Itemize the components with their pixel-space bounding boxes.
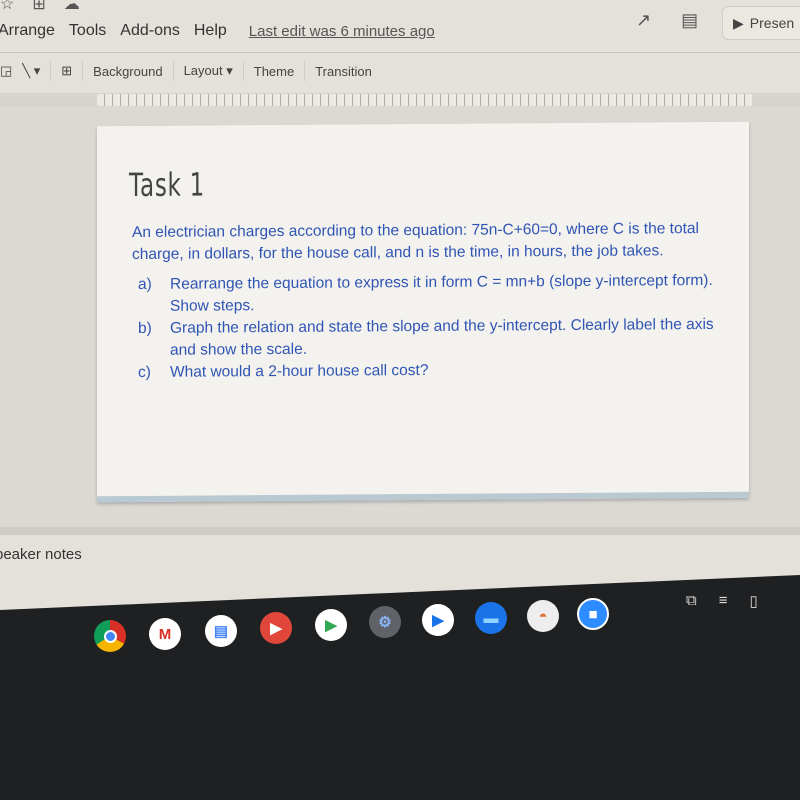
activity-dashboard-icon[interactable]: ↗: [636, 10, 651, 31]
play-store-icon[interactable]: ▶: [315, 609, 347, 641]
layout-label: Layout: [183, 63, 223, 78]
menu-help[interactable]: Help: [194, 22, 227, 40]
play-movies-icon[interactable]: ▶: [422, 604, 454, 636]
docs-icon[interactable]: ▤: [205, 615, 237, 647]
toolbar: ◲ ╲ ▾ ⊞ Background Layout ▾ Theme Transi…: [0, 60, 372, 82]
ruler[interactable]: [0, 93, 800, 107]
list-marker: a): [138, 275, 152, 293]
theme-button[interactable]: Theme: [254, 64, 294, 79]
divider: [0, 52, 800, 53]
task-list: a) Rearrange the equation to express it i…: [132, 270, 732, 384]
list-marker: c): [138, 363, 151, 381]
intro-text: An electrician charges according to the …: [132, 220, 699, 264]
youtube-icon[interactable]: ▶: [260, 612, 292, 644]
slide-body[interactable]: An electrician charges according to the …: [132, 218, 732, 384]
divider: [82, 61, 84, 81]
cloud-status-icon[interactable]: ☁: [64, 0, 80, 14]
ruler-scale: [97, 94, 752, 106]
comments-icon[interactable]: ▤: [681, 10, 698, 31]
list-item: c) What would a 2-hour house call cost?: [138, 358, 732, 384]
slide[interactable]: Task 1 An electrician charges according …: [97, 121, 749, 503]
app-launcher-shelf: M ▤ ▶ ▶ ⚙ ▶ ▬ ◓ ■: [92, 598, 612, 660]
phone-hub-icon[interactable]: ▯: [749, 592, 757, 610]
notes-resize-handle[interactable]: [0, 527, 800, 535]
present-label: Presen: [749, 15, 795, 31]
present-icon: ▶: [733, 14, 744, 31]
menu-tools[interactable]: Tools: [69, 22, 106, 40]
holding-space-icon[interactable]: ⧉: [686, 592, 697, 610]
drawing-icon[interactable]: ◓: [527, 600, 559, 632]
list-item: a) Rearrange the equation to express it i…: [138, 270, 732, 318]
present-button[interactable]: ▶ Presen: [722, 6, 800, 40]
zoom-icon[interactable]: ■: [577, 598, 609, 630]
move-to-folder-icon[interactable]: ⊞: [32, 0, 45, 14]
background-button[interactable]: Background: [93, 64, 162, 79]
files-icon[interactable]: ▬: [475, 602, 507, 634]
last-edit-link[interactable]: Last edit was 6 minutes ago: [249, 23, 435, 40]
menu-addons[interactable]: Add-ons: [120, 22, 180, 40]
top-icons: ☆ ⊞ ☁: [0, 0, 80, 14]
divider: [50, 61, 52, 81]
system-tray: ⧉ ≡ ▯: [686, 592, 758, 610]
list-text: What would a 2-hour house call cost?: [170, 361, 429, 381]
gmail-icon[interactable]: M: [149, 618, 181, 650]
menu-arrange[interactable]: Arrange: [0, 22, 55, 40]
transition-button[interactable]: Transition: [315, 64, 372, 79]
list-text: Graph the relation and state the slope a…: [170, 315, 714, 359]
layout-button[interactable]: Layout ▾: [184, 63, 233, 79]
slide-title[interactable]: Task 1: [129, 166, 205, 205]
star-icon[interactable]: ☆: [0, 0, 14, 14]
menu-bar: Arrange Tools Add-ons Help Last edit was…: [0, 22, 435, 40]
list-item: b) Graph the relation and state the slope…: [138, 314, 732, 362]
media-controls-icon[interactable]: ≡: [719, 592, 728, 610]
shape-icon[interactable]: ◲: [0, 63, 12, 79]
comment-add-icon[interactable]: ⊞: [61, 63, 72, 79]
settings-icon[interactable]: ⚙: [369, 606, 401, 638]
list-marker: b): [138, 319, 152, 337]
divider: [242, 61, 244, 81]
line-icon[interactable]: ╲ ▾: [22, 63, 40, 79]
speaker-notes[interactable]: peaker notes: [0, 546, 82, 563]
divider: [172, 61, 174, 81]
list-text: Rearrange the equation to express it in …: [170, 271, 713, 315]
divider: [304, 61, 306, 81]
chrome-icon[interactable]: [94, 620, 126, 652]
